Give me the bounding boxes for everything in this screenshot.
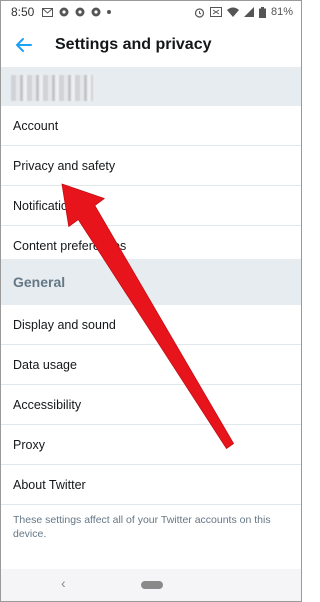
section-title: General	[13, 274, 66, 290]
settings-item-account[interactable]: Account	[1, 106, 301, 146]
page-title: Settings and privacy	[55, 36, 212, 53]
android-nav-bar: ‹	[1, 569, 301, 601]
settings-item-label: Proxy	[13, 437, 45, 452]
settings-item-data-usage[interactable]: Data usage	[1, 345, 301, 385]
settings-item-label: Notifications	[13, 198, 82, 213]
back-arrow-icon[interactable]	[13, 34, 35, 56]
signal-icon	[243, 7, 254, 17]
battery-icon	[258, 6, 266, 18]
blurred-username	[11, 75, 93, 101]
app-icon	[59, 7, 69, 17]
settings-item-proxy[interactable]: Proxy	[1, 425, 301, 465]
settings-item-label: Privacy and safety	[13, 158, 116, 173]
settings-item-label: Display and sound	[13, 317, 116, 332]
settings-item-label: Data usage	[13, 357, 77, 372]
settings-item-label: Accessibility	[13, 397, 82, 412]
settings-item-privacy[interactable]: Privacy and safety	[1, 146, 301, 186]
battery-percent: 81%	[270, 5, 293, 18]
status-bar: 8:50 81%	[1, 1, 301, 23]
status-system-icons: 81%	[194, 5, 293, 18]
settings-item-accessibility[interactable]: Accessibility	[1, 385, 301, 425]
settings-item-notifications[interactable]: Notifications	[1, 186, 301, 226]
settings-item-label: Content preferences	[13, 238, 127, 253]
app-bar: Settings and privacy	[1, 23, 301, 67]
settings-item-label: Account	[13, 118, 59, 133]
status-notification-icons	[42, 7, 112, 17]
section-header-general: General	[1, 259, 301, 305]
alarm-icon	[194, 7, 205, 18]
home-pill-icon[interactable]	[141, 581, 163, 589]
settings-item-display-and-sound[interactable]: Display and sound	[1, 305, 301, 345]
cast-icon	[209, 7, 222, 17]
account-username-header	[1, 67, 301, 106]
mail-icon	[42, 7, 54, 17]
settings-footer-note: These settings affect all of your Twitte…	[13, 514, 271, 540]
phone-screen: 8:50 81% Settings and privacy Account Pr…	[0, 0, 302, 602]
app-icon	[91, 7, 101, 17]
app-icon	[75, 7, 85, 17]
status-time: 8:50	[11, 5, 35, 19]
dot-icon	[107, 10, 112, 14]
settings-item-about-twitter[interactable]: About Twitter	[1, 465, 301, 505]
wifi-icon	[226, 7, 239, 17]
nav-back-icon[interactable]: ‹	[61, 575, 66, 591]
settings-item-label: About Twitter	[13, 477, 86, 492]
